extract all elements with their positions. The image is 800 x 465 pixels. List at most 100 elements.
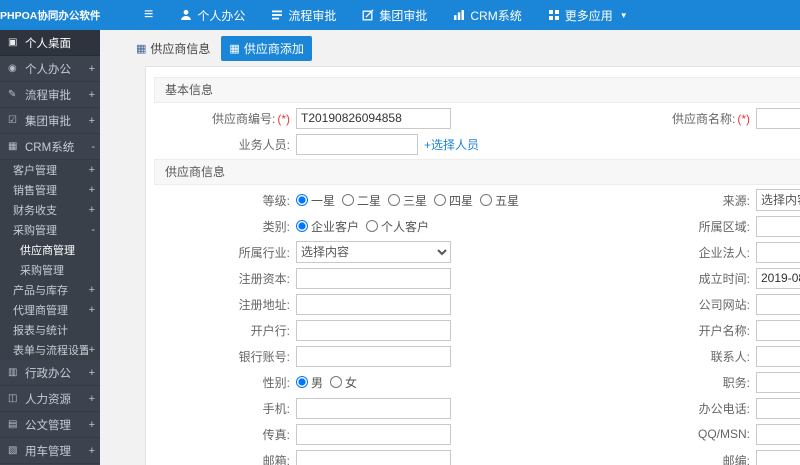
sidebar-item-15[interactable]: ▥ 行政办公 +	[0, 360, 100, 386]
sidebar-item-2[interactable]: ✎ 流程审批 +	[0, 82, 100, 108]
hamburger-icon[interactable]: ≡	[144, 7, 153, 23]
field-input[interactable]	[296, 133, 418, 155]
collapse-icon[interactable]: -	[90, 141, 95, 153]
radio-input[interactable]	[434, 194, 447, 206]
field-input[interactable]	[296, 449, 451, 465]
field-input[interactable]	[296, 423, 451, 445]
radio-input[interactable]	[388, 194, 401, 206]
field-input[interactable]	[756, 215, 800, 237]
required-marker: (*)	[737, 111, 750, 126]
field-input[interactable]	[756, 293, 800, 315]
chart-icon: ▦	[8, 141, 18, 152]
flow-icon: ✎	[8, 89, 17, 100]
radio-option[interactable]: 男	[296, 374, 323, 391]
expand-icon[interactable]: +	[88, 89, 95, 101]
select-person-link[interactable]: +选择人员	[424, 136, 479, 153]
field-input[interactable]	[756, 449, 800, 465]
radio-option[interactable]: 五星	[480, 192, 519, 209]
collapse-icon[interactable]: -	[90, 224, 95, 236]
field-input[interactable]	[756, 267, 800, 289]
sidebar-item-8[interactable]: 采购管理 -	[0, 220, 100, 240]
expand-icon[interactable]: +	[88, 184, 95, 196]
radio-input[interactable]	[342, 194, 355, 206]
radio-input[interactable]	[296, 194, 308, 206]
form-cell: 企业法人:	[608, 239, 800, 265]
sidebar-item-13[interactable]: 报表与统计	[0, 320, 100, 340]
expand-icon[interactable]: +	[88, 419, 95, 431]
sidebar-item-10[interactable]: 采购管理	[0, 260, 100, 280]
sidebar-item-7[interactable]: 财务收支 +	[0, 200, 100, 220]
radio-option[interactable]: 四星	[434, 192, 473, 209]
radio-input[interactable]	[296, 376, 308, 388]
field-input[interactable]	[296, 397, 451, 419]
field-input[interactable]	[756, 397, 800, 419]
radio-label: 四星	[449, 193, 474, 208]
expand-icon[interactable]: +	[88, 204, 95, 216]
table-icon: ▦	[229, 42, 240, 55]
tab-supplier-add[interactable]: ▦ 供应商添加	[221, 35, 312, 61]
expand-icon[interactable]: +	[88, 115, 95, 127]
expand-icon[interactable]: +	[88, 164, 95, 176]
radio-input[interactable]	[296, 220, 308, 232]
radio-option[interactable]: 二星	[342, 192, 381, 209]
radio-input[interactable]	[330, 376, 343, 388]
tab-label: 供应商信息	[150, 41, 211, 56]
sidebar-item-12[interactable]: 代理商管理 +	[0, 300, 100, 320]
nav-personal-office[interactable]: 个人办公	[167, 0, 258, 30]
field-select[interactable]: 选择内容	[756, 189, 800, 211]
field-select[interactable]: 选择内容	[296, 241, 451, 263]
form-row: 注册资本: 成立时间:	[146, 265, 800, 291]
sidebar-item-16[interactable]: ◫ 人力资源 +	[0, 386, 100, 412]
field-input[interactable]	[756, 423, 800, 445]
sidebar-item-0[interactable]: ▣ 个人桌面	[0, 30, 100, 56]
field-input[interactable]	[756, 371, 800, 393]
sidebar-item-17[interactable]: ▤ 公文管理 +	[0, 412, 100, 438]
radio-input[interactable]	[480, 194, 493, 206]
nav-group-approval[interactable]: 集团审批	[349, 0, 440, 30]
radio-option[interactable]: 三星	[388, 192, 427, 209]
field-label: 开户行:	[250, 323, 290, 338]
expand-icon[interactable]: +	[88, 284, 95, 296]
field-input[interactable]	[756, 319, 800, 341]
sidebar-item-3[interactable]: ☑ 集团审批 +	[0, 108, 100, 134]
radio-option[interactable]: 一星	[296, 192, 335, 209]
sidebar-item-4[interactable]: ▦ CRM系统 -	[0, 134, 100, 160]
form-row: 传真: QQ/MSN:	[146, 421, 800, 447]
field-input[interactable]	[296, 107, 451, 129]
app: { "colors": { "accent": "#1b85d8", "side…	[0, 0, 800, 465]
radio-option[interactable]: 个人客户	[366, 218, 429, 235]
radio-option[interactable]: 企业客户	[296, 218, 359, 235]
sidebar-item-1[interactable]: ◉ 个人办公 +	[0, 56, 100, 82]
sidebar-item-6[interactable]: 销售管理 +	[0, 180, 100, 200]
nav-more-apps[interactable]: 更多应用 ▼	[535, 0, 641, 30]
radio-input[interactable]	[366, 220, 379, 232]
sidebar-item-11[interactable]: 产品与库存 +	[0, 280, 100, 300]
field-input[interactable]	[756, 345, 800, 367]
field-input[interactable]	[296, 345, 451, 367]
field-input[interactable]	[296, 319, 451, 341]
nav-crm-system[interactable]: CRM系统	[440, 0, 534, 30]
sidebar-item-14[interactable]: 表单与流程设置 +	[0, 340, 100, 360]
radio-option[interactable]: 女	[330, 374, 357, 391]
sidebar-item-9[interactable]: 供应商管理	[0, 240, 100, 260]
field-input[interactable]	[756, 241, 800, 263]
sidebar-item-18[interactable]: ▧ 用车管理 +	[0, 438, 100, 464]
expand-icon[interactable]: +	[88, 445, 95, 457]
field-input[interactable]	[756, 107, 800, 129]
radio-label: 女	[345, 375, 358, 390]
expand-icon[interactable]: +	[88, 367, 95, 379]
tab-supplier-info[interactable]: ▦ 供应商信息	[128, 36, 218, 61]
expand-icon[interactable]: +	[88, 344, 95, 356]
chevron-down-icon: ▼	[619, 10, 628, 20]
expand-icon[interactable]: +	[88, 393, 95, 405]
field-input[interactable]	[296, 293, 451, 315]
expand-icon[interactable]: +	[88, 304, 95, 316]
app-logo[interactable]: PHPOA协同办公软件	[0, 8, 100, 23]
field-label: 职务:	[722, 375, 750, 390]
field-label: 来源:	[722, 193, 750, 208]
field-input[interactable]	[296, 267, 451, 289]
nav-process-approval[interactable]: 流程审批	[258, 0, 349, 30]
sidebar-item-5[interactable]: 客户管理 +	[0, 160, 100, 180]
expand-icon[interactable]: +	[88, 63, 95, 75]
form-row: 供应商编号:(*) 供应商名称:(*)	[146, 105, 800, 131]
